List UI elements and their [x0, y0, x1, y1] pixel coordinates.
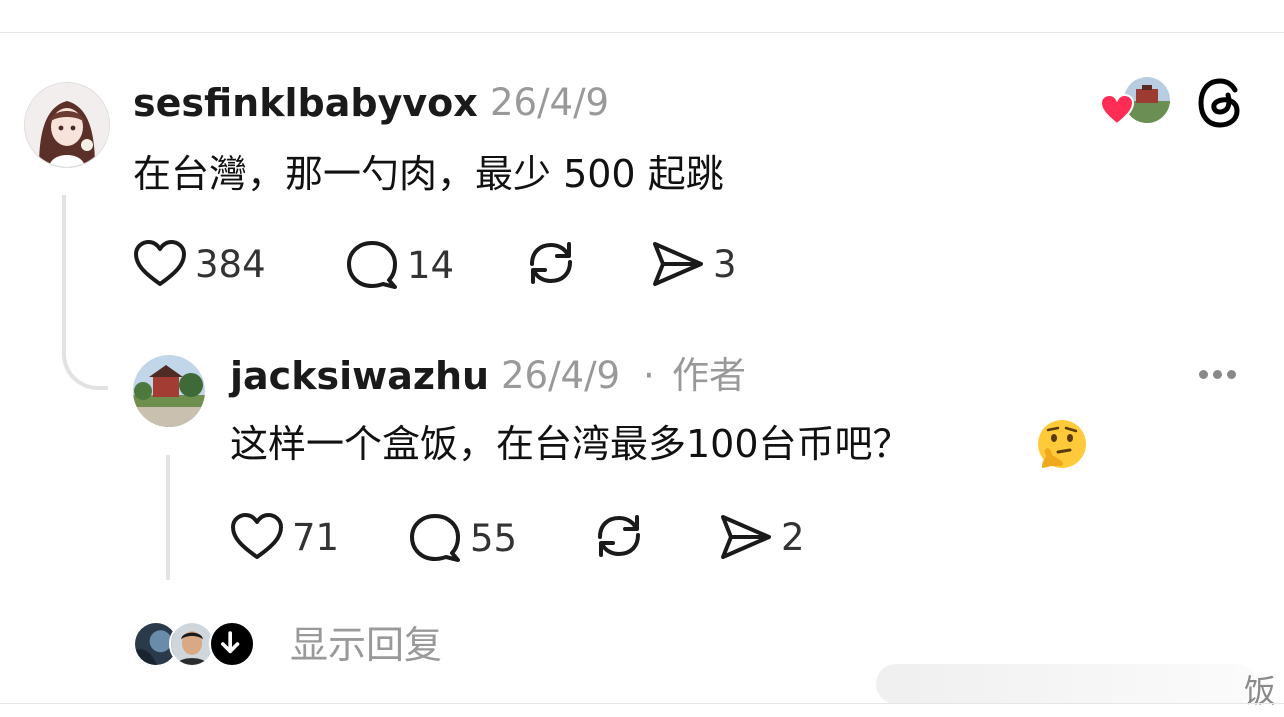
post-username[interactable]: sesfinklbabyvox: [133, 84, 478, 122]
arrow-down-icon: [209, 621, 255, 667]
reply-meta-separator: ·: [643, 354, 655, 397]
post-text: 在台灣，那一勺肉，最少 500 起跳: [133, 152, 724, 196]
repost-icon: [598, 515, 640, 557]
reply-share-count: 2: [781, 515, 805, 559]
reply-date: 26/4/9: [501, 354, 621, 397]
watermark-pill: [876, 664, 1256, 704]
top-divider: [0, 32, 1284, 33]
reply-comment-count: 55: [470, 516, 518, 560]
repost-icon: [530, 242, 572, 284]
reply-share-button[interactable]: 2: [719, 513, 805, 561]
watermark-char: 饭: [1243, 672, 1276, 710]
post-like-count: 384: [195, 242, 266, 286]
reply-repost-button[interactable]: [592, 511, 646, 561]
threads-logo-icon[interactable]: [1196, 78, 1244, 128]
post-repost-button[interactable]: [524, 238, 578, 288]
reply-username[interactable]: jacksiwazhu: [230, 357, 489, 395]
send-icon: [653, 242, 703, 286]
heart-icon: [231, 513, 283, 559]
post-date: 26/4/9: [490, 81, 610, 124]
more-dots-icon[interactable]: [1199, 370, 1236, 379]
reply-like-button[interactable]: 71: [230, 513, 339, 561]
post-like-button[interactable]: 384: [133, 240, 266, 288]
reply-author-avatar[interactable]: [133, 355, 205, 427]
post-share-count: 3: [713, 242, 737, 286]
post-comment-button[interactable]: 14: [345, 240, 454, 290]
red-heart-badge-icon: [1099, 93, 1135, 126]
show-replies-label[interactable]: 显示回复: [290, 626, 442, 664]
reply-thread-line: [166, 455, 170, 580]
thinking-face-emoji: [1034, 418, 1090, 474]
post-comment-count: 14: [407, 243, 455, 287]
send-icon: [721, 515, 771, 559]
thread-connector-curve: [62, 340, 108, 390]
reply-like-count: 71: [292, 515, 340, 559]
author-tag: 作者: [672, 354, 746, 397]
thread-connector-line: [62, 195, 66, 355]
comment-bubble-icon: [410, 514, 460, 562]
post-share-button[interactable]: 3: [651, 240, 737, 288]
comment-bubble-icon: [347, 241, 397, 289]
post-author-avatar[interactable]: [24, 82, 110, 168]
bottom-divider: [0, 703, 1284, 704]
reply-comment-button[interactable]: 55: [408, 513, 517, 563]
reply-text: 这样一个盒饭，在台湾最多100台币吧？: [230, 422, 911, 466]
heart-icon: [134, 240, 186, 286]
